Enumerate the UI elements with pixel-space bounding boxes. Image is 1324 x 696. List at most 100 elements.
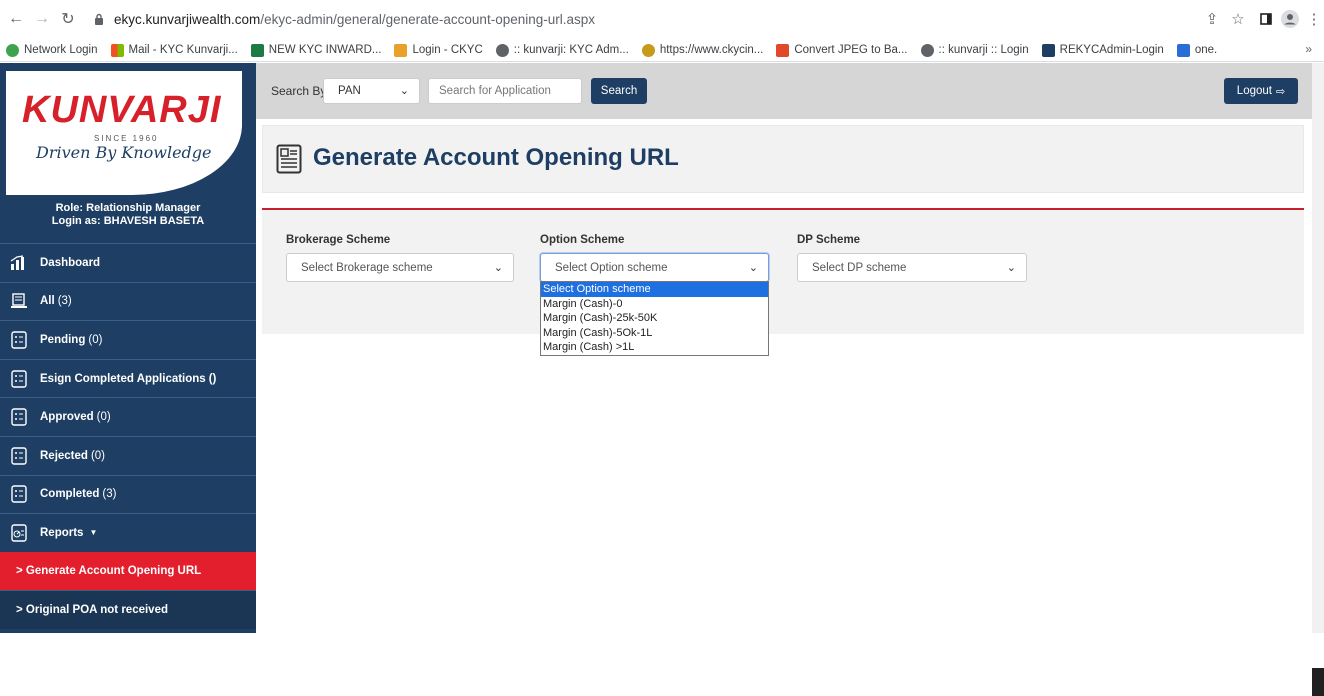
side-panel-icon[interactable] xyxy=(1256,9,1276,29)
browser-chrome: ← → ↻ ekyc.kunvarjiwealth.com/ekyc-admin… xyxy=(0,0,1324,62)
search-by-value: PAN xyxy=(338,85,361,97)
logout-button[interactable]: Logout ⇨ xyxy=(1224,78,1298,104)
sidebar-menu: Dashboard All (3) Pending (0) Esign Comp… xyxy=(0,243,256,629)
bookmark-label: Mail - KYC Kunvarji... xyxy=(128,44,238,56)
brokerage-scheme-select[interactable]: Select Brokerage scheme ⌄ xyxy=(286,253,514,282)
form-icon xyxy=(10,408,28,426)
page-scrollbar[interactable] xyxy=(1312,63,1324,696)
logo-since: SINCE 1960 xyxy=(94,134,159,143)
reload-icon[interactable]: ↻ xyxy=(58,9,78,29)
url-host: ekyc.kunvarjiwealth.com xyxy=(114,11,261,27)
bookmark-label: Network Login xyxy=(24,44,98,56)
star-icon[interactable]: ☆ xyxy=(1228,9,1248,29)
dropdown-option[interactable]: Margin (Cash)-0 xyxy=(541,297,768,312)
bookmarks-overflow-icon[interactable]: » xyxy=(1305,42,1312,56)
user-role-info: Role: Relationship Manager Login as: BHA… xyxy=(0,202,256,228)
bookmark-label: NEW KYC INWARD... xyxy=(268,44,382,56)
search-button[interactable]: Search xyxy=(591,78,647,104)
sidebar-subitem-label: > Generate Account Opening URL xyxy=(16,565,202,578)
bookmark-favicon-icon xyxy=(776,43,790,57)
bookmark-label: :: kunvarji: KYC Adm... xyxy=(513,44,629,56)
chevron-down-icon: ⌄ xyxy=(1006,262,1016,274)
sidebar-item-pending[interactable]: Pending (0) xyxy=(0,320,256,359)
search-by-select[interactable]: PAN ⌄ xyxy=(323,78,420,104)
logo[interactable]: KUNVARJI SINCE 1960 Driven By Knowledge xyxy=(6,71,242,195)
search-placeholder: Search for Application xyxy=(439,85,551,97)
dropdown-option[interactable]: Margin (Cash)-25k-50K xyxy=(541,311,768,326)
back-arrow-icon[interactable]: ← xyxy=(6,9,26,29)
bookmark-item[interactable]: :: kunvarji: KYC Adm... xyxy=(495,43,629,57)
page-title: Generate Account Opening URL xyxy=(313,144,679,171)
sidebar: KUNVARJI SINCE 1960 Driven By Knowledge … xyxy=(0,63,256,633)
bookmark-item[interactable]: Convert JPEG to Ba... xyxy=(776,43,908,57)
option-scheme-select[interactable]: Select Option scheme ⌄ xyxy=(540,253,769,282)
chevron-down-icon: ⌄ xyxy=(493,262,503,274)
sidebar-item-dashboard[interactable]: Dashboard xyxy=(0,243,256,282)
bookmark-favicon-icon xyxy=(6,43,19,57)
bookmark-label: :: kunvarji :: Login xyxy=(938,44,1029,56)
sidebar-item-count: (0) xyxy=(96,411,111,424)
caret-down-icon: ▼ xyxy=(89,528,98,538)
bookmark-favicon-icon xyxy=(920,43,934,57)
brokerage-scheme-label: Brokerage Scheme xyxy=(286,234,391,246)
bookmark-item[interactable]: NEW KYC INWARD... xyxy=(250,43,382,57)
brokerage-scheme-value: Select Brokerage scheme xyxy=(301,261,433,274)
bookmark-item[interactable]: Login - CKYC xyxy=(394,43,483,57)
bookmark-item[interactable]: :: kunvarji :: Login xyxy=(920,43,1029,57)
bar-chart-icon xyxy=(10,254,28,272)
bookmark-label: one. xyxy=(1194,44,1218,56)
bookmark-item[interactable]: Network Login xyxy=(6,43,98,57)
scrollbar-corner xyxy=(1312,668,1324,696)
sidebar-item-count: (3) xyxy=(102,488,117,501)
address-bar[interactable]: ekyc.kunvarjiwealth.com/ekyc-admin/gener… xyxy=(92,6,1222,32)
sidebar-item-approved[interactable]: Approved (0) xyxy=(0,397,256,436)
bookmark-label: Convert JPEG to Ba... xyxy=(794,44,908,56)
sidebar-item-all[interactable]: All (3) xyxy=(0,281,256,321)
sign-out-icon: ⇨ xyxy=(1275,85,1286,98)
sidebar-subitem-poa-not-received[interactable]: > Original POA not received xyxy=(0,590,256,629)
sidebar-item-completed[interactable]: Completed (3) xyxy=(0,474,256,514)
form-icon xyxy=(10,331,28,349)
sidebar-item-esign-completed[interactable]: Esign Completed Applications () xyxy=(0,358,256,398)
dropdown-option[interactable]: Margin (Cash) >1L xyxy=(541,340,768,355)
option-scheme-dropdown: Select Option scheme Margin (Cash)-0 Mar… xyxy=(540,281,769,356)
bookmark-favicon-icon xyxy=(110,43,124,57)
dp-scheme-select[interactable]: Select DP scheme ⌄ xyxy=(797,253,1027,282)
lock-icon xyxy=(92,12,106,26)
bookmark-favicon-icon xyxy=(250,43,264,57)
bookmark-label: https://www.ckycin... xyxy=(659,44,764,56)
bookmark-item[interactable]: https://www.ckycin... xyxy=(641,43,764,57)
dropdown-option[interactable]: Select Option scheme xyxy=(541,282,768,297)
form-icon xyxy=(10,369,28,388)
search-toolbar: Search By PAN ⌄ Search for Application S… xyxy=(256,63,1312,119)
browser-menu-icon[interactable]: ⋮ xyxy=(1304,9,1324,29)
forward-arrow-icon[interactable]: → xyxy=(32,9,52,29)
logo-tagline: Driven By Knowledge xyxy=(36,143,212,162)
sidebar-item-rejected[interactable]: Rejected (0) xyxy=(0,435,256,475)
bookmark-favicon-icon xyxy=(1176,43,1190,57)
bookmark-label: Login - CKYC xyxy=(412,44,483,56)
scheme-form: Brokerage Scheme Select Brokerage scheme… xyxy=(262,210,1304,334)
search-input[interactable]: Search for Application xyxy=(428,78,582,104)
bookmark-item[interactable]: REKYCAdmin-Login xyxy=(1041,43,1164,57)
sidebar-subitem-generate-url[interactable]: > Generate Account Opening URL xyxy=(0,551,256,591)
role-text: Role: Relationship Manager xyxy=(55,202,201,214)
bookmark-item[interactable]: one. xyxy=(1176,43,1218,57)
sidebar-item-label: Completed xyxy=(40,488,100,501)
share-icon[interactable]: ⇪ xyxy=(1202,9,1222,29)
bookmark-item[interactable]: Mail - KYC Kunvarji... xyxy=(110,43,238,57)
form-icon xyxy=(10,485,28,504)
sidebar-item-label: Approved xyxy=(40,411,94,424)
sidebar-item-count: (0) xyxy=(90,449,105,462)
sidebar-item-count: () xyxy=(208,372,217,385)
profile-avatar-icon[interactable] xyxy=(1280,9,1300,29)
document-list-icon xyxy=(10,292,28,310)
scrollbar-thumb[interactable] xyxy=(1314,63,1322,608)
dp-scheme-label: DP Scheme xyxy=(797,234,861,246)
sidebar-item-reports[interactable]: Reports ▼ xyxy=(0,513,256,552)
url-path: /ekyc-admin/general/generate-account-ope… xyxy=(260,11,596,27)
bookmark-label: REKYCAdmin-Login xyxy=(1059,44,1164,56)
sidebar-item-count: (0) xyxy=(88,333,103,346)
bookmark-favicon-icon xyxy=(641,43,655,57)
dropdown-option[interactable]: Margin (Cash)-5Ok-1L xyxy=(541,326,768,341)
